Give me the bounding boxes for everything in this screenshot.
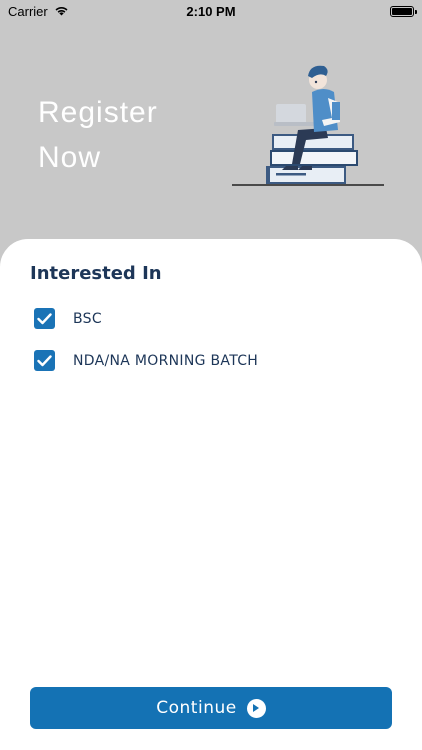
- status-time: 2:10 PM: [186, 3, 236, 19]
- continue-button[interactable]: Continue: [30, 687, 392, 729]
- checkbox-checked-icon[interactable]: [34, 308, 55, 329]
- header: Register Now: [0, 22, 422, 250]
- continue-label: Continue: [156, 698, 237, 718]
- carrier-label: Carrier: [8, 3, 48, 19]
- option-bsc[interactable]: BSC: [34, 308, 102, 329]
- option-label: BSC: [73, 310, 102, 327]
- option-nda-na-morning-batch[interactable]: NDA/NA MORNING BATCH: [34, 350, 258, 371]
- title-line-1: Register: [38, 96, 158, 129]
- battery-icon: [390, 5, 417, 17]
- wifi-icon: [54, 4, 69, 19]
- status-bar: Carrier 2:10 PM: [0, 0, 422, 22]
- person-on-books-illustration: [232, 65, 384, 186]
- option-label: NDA/NA MORNING BATCH: [73, 352, 259, 369]
- checkbox-checked-icon[interactable]: [34, 350, 55, 371]
- form-card: Interested In BSC NDA/NA MORNING BATCH C…: [0, 239, 422, 750]
- play-circle-icon: [246, 698, 266, 718]
- title-line-2: Now: [38, 141, 102, 174]
- status-left: Carrier: [8, 4, 69, 19]
- page-title: Register Now: [38, 90, 158, 180]
- section-title: Interested In: [30, 263, 162, 284]
